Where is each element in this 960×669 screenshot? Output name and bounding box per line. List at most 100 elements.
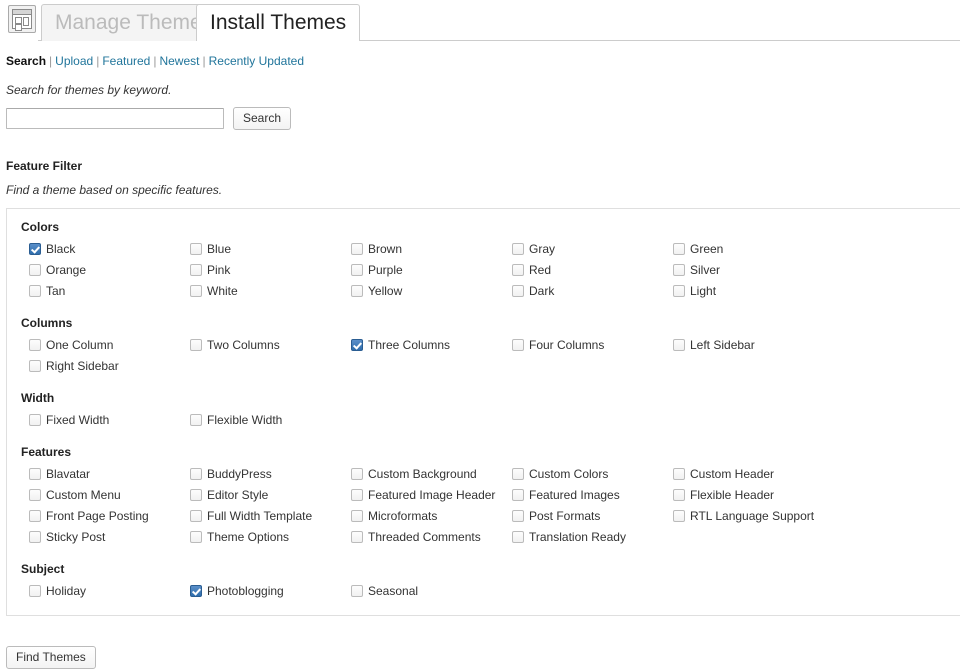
checkbox-icon[interactable] <box>190 509 202 522</box>
checkbox-icon[interactable] <box>351 509 363 522</box>
checkbox-icon[interactable] <box>351 530 363 543</box>
checkbox-icon[interactable] <box>351 488 363 501</box>
checkbox-icon[interactable] <box>29 467 41 480</box>
feature-option[interactable]: Fixed Width <box>29 409 190 430</box>
feature-option[interactable]: Holiday <box>29 580 190 601</box>
feature-option[interactable]: Blavatar <box>29 463 190 484</box>
feature-option[interactable]: Threaded Comments <box>351 526 512 547</box>
nav-item-upload[interactable]: Upload <box>55 54 93 68</box>
checkbox-icon[interactable] <box>512 530 524 543</box>
checkbox-icon[interactable] <box>190 338 202 351</box>
nav-item-recently-updated[interactable]: Recently Updated <box>209 54 304 68</box>
checkbox-icon[interactable] <box>673 263 685 276</box>
feature-option[interactable]: Green <box>673 238 834 259</box>
feature-option[interactable]: Blue <box>190 238 351 259</box>
feature-option[interactable]: Right Sidebar <box>29 355 190 376</box>
feature-option[interactable]: Front Page Posting <box>29 505 190 526</box>
feature-option[interactable]: Custom Colors <box>512 463 673 484</box>
checkbox-icon[interactable] <box>351 284 363 297</box>
feature-option[interactable]: Flexible Header <box>673 484 834 505</box>
feature-option[interactable]: White <box>190 280 351 301</box>
feature-option[interactable]: Two Columns <box>190 334 351 355</box>
nav-item-newest[interactable]: Newest <box>159 54 199 68</box>
checkbox-checked-icon[interactable] <box>190 584 202 597</box>
checkbox-icon[interactable] <box>190 467 202 480</box>
feature-option[interactable]: Microformats <box>351 505 512 526</box>
feature-option[interactable]: Brown <box>351 238 512 259</box>
checkbox-icon[interactable] <box>512 242 524 255</box>
feature-option[interactable]: Three Columns <box>351 334 512 355</box>
feature-option[interactable]: Theme Options <box>190 526 351 547</box>
checkbox-icon[interactable] <box>673 467 685 480</box>
checkbox-icon[interactable] <box>673 284 685 297</box>
feature-option[interactable]: Pink <box>190 259 351 280</box>
tab-install-themes[interactable]: Install Themes <box>196 4 361 41</box>
checkbox-icon[interactable] <box>512 488 524 501</box>
feature-option[interactable]: Full Width Template <box>190 505 351 526</box>
feature-option[interactable]: Light <box>673 280 834 301</box>
feature-option[interactable]: Gray <box>512 238 673 259</box>
feature-option[interactable]: One Column <box>29 334 190 355</box>
feature-option[interactable]: Custom Background <box>351 463 512 484</box>
checkbox-icon[interactable] <box>190 284 202 297</box>
checkbox-icon[interactable] <box>512 509 524 522</box>
checkbox-icon[interactable] <box>190 242 202 255</box>
checkbox-icon[interactable] <box>512 338 524 351</box>
nav-item-featured[interactable]: Featured <box>102 54 150 68</box>
checkbox-icon[interactable] <box>351 467 363 480</box>
checkbox-icon[interactable] <box>190 488 202 501</box>
checkbox-icon[interactable] <box>673 242 685 255</box>
feature-option[interactable]: Yellow <box>351 280 512 301</box>
feature-option[interactable]: Seasonal <box>351 580 512 601</box>
checkbox-icon[interactable] <box>29 584 41 597</box>
checkbox-icon[interactable] <box>673 338 685 351</box>
feature-option[interactable]: Dark <box>512 280 673 301</box>
feature-option[interactable]: Orange <box>29 259 190 280</box>
checkbox-icon[interactable] <box>512 467 524 480</box>
checkbox-checked-icon[interactable] <box>351 338 363 351</box>
search-button[interactable]: Search <box>233 107 292 130</box>
feature-option[interactable]: Translation Ready <box>512 526 673 547</box>
checkbox-icon[interactable] <box>190 263 202 276</box>
feature-option[interactable]: BuddyPress <box>190 463 351 484</box>
feature-option[interactable]: RTL Language Support <box>673 505 834 526</box>
checkbox-checked-icon[interactable] <box>29 242 41 255</box>
checkbox-icon[interactable] <box>29 509 41 522</box>
feature-option[interactable]: Post Formats <box>512 505 673 526</box>
feature-option-label: Sticky Post <box>46 529 106 544</box>
checkbox-icon[interactable] <box>29 359 41 372</box>
nav-item-search[interactable]: Search <box>6 54 46 68</box>
feature-option[interactable]: Featured Images <box>512 484 673 505</box>
feature-option[interactable]: Editor Style <box>190 484 351 505</box>
checkbox-icon[interactable] <box>673 509 685 522</box>
checkbox-icon[interactable] <box>673 488 685 501</box>
feature-option[interactable]: Silver <box>673 259 834 280</box>
feature-option[interactable]: Four Columns <box>512 334 673 355</box>
feature-option[interactable]: Red <box>512 259 673 280</box>
checkbox-icon[interactable] <box>29 284 41 297</box>
checkbox-icon[interactable] <box>351 263 363 276</box>
feature-option[interactable]: Black <box>29 238 190 259</box>
checkbox-icon[interactable] <box>29 530 41 543</box>
feature-option[interactable]: Custom Menu <box>29 484 190 505</box>
feature-option[interactable]: Custom Header <box>673 463 834 484</box>
feature-option[interactable]: Flexible Width <box>190 409 351 430</box>
checkbox-icon[interactable] <box>29 338 41 351</box>
checkbox-icon[interactable] <box>190 413 202 426</box>
checkbox-icon[interactable] <box>29 263 41 276</box>
checkbox-icon[interactable] <box>29 413 41 426</box>
feature-option[interactable]: Left Sidebar <box>673 334 834 355</box>
feature-option[interactable]: Purple <box>351 259 512 280</box>
checkbox-icon[interactable] <box>512 263 524 276</box>
find-themes-button[interactable]: Find Themes <box>6 646 96 669</box>
checkbox-icon[interactable] <box>29 488 41 501</box>
feature-option[interactable]: Photoblogging <box>190 580 351 601</box>
feature-option[interactable]: Tan <box>29 280 190 301</box>
feature-option[interactable]: Featured Image Header <box>351 484 512 505</box>
checkbox-icon[interactable] <box>351 584 363 597</box>
checkbox-icon[interactable] <box>190 530 202 543</box>
checkbox-icon[interactable] <box>351 242 363 255</box>
search-input[interactable] <box>6 108 224 129</box>
checkbox-icon[interactable] <box>512 284 524 297</box>
feature-option[interactable]: Sticky Post <box>29 526 190 547</box>
